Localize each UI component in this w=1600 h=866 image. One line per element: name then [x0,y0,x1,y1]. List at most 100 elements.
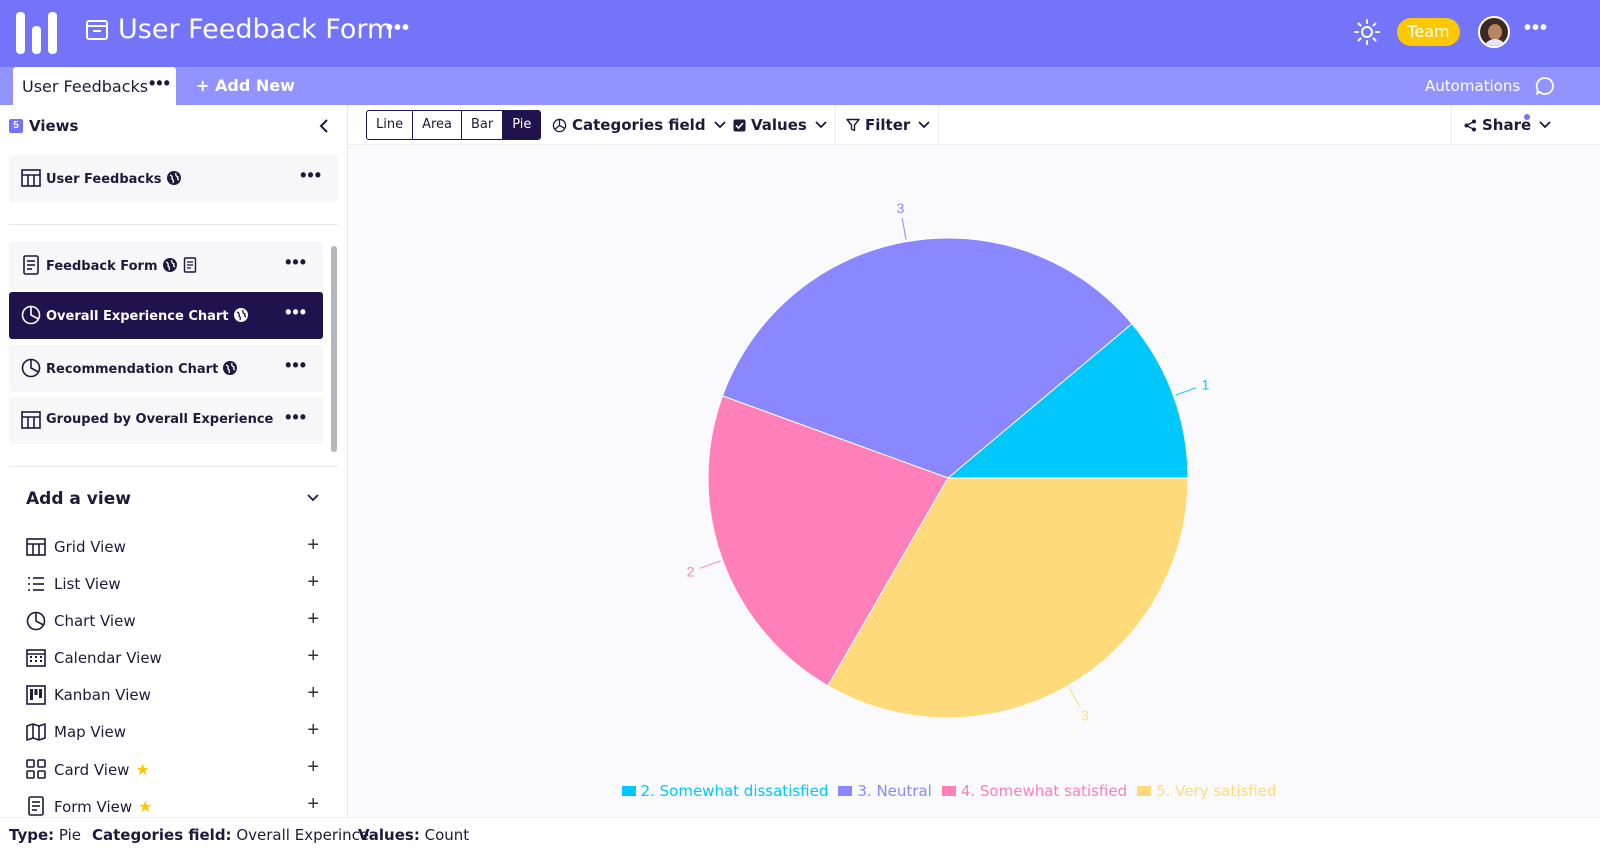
plus-icon[interactable]: + [307,645,319,668]
view-more-button[interactable]: ••• [285,407,307,428]
view-label: Grouped by Overall Experience [46,412,274,427]
legend-label: 5. Very satisfied [1156,782,1277,800]
chevron-down-icon [713,121,726,129]
view-more-button[interactable]: ••• [285,252,307,273]
chevron-down-icon [918,121,930,129]
categories-field-button[interactable]: Categories field [552,116,731,134]
divider [9,224,338,225]
collapse-sidebar-icon[interactable] [318,118,330,134]
share-icon [1464,119,1476,131]
view-more-button[interactable]: ••• [285,355,307,376]
legend-label: 3. Neutral [857,782,932,800]
team-badge[interactable]: Team [1397,18,1460,46]
chart-type-area[interactable]: Area [413,111,463,139]
view-item-feedback-form[interactable]: Feedback Form ••• [9,242,323,289]
app-logo-icon[interactable] [16,12,60,54]
chart-icon [26,611,46,631]
add-map-view[interactable]: Map View + [26,717,331,747]
add-new-button[interactable]: + Add New [196,76,295,95]
automations-button[interactable]: Automations [1425,77,1520,95]
star-icon: ★ [135,760,150,779]
plus-icon[interactable]: + [307,534,319,557]
plus-icon[interactable]: + [307,719,319,742]
add-card-view[interactable]: Card View ★ + [26,754,331,784]
grid-icon [26,538,46,556]
globe-icon [233,308,248,322]
tab-more-button[interactable]: ••• [149,73,171,94]
slice-data-label: 3 [897,200,905,216]
divider [1451,105,1452,145]
chevron-down-icon [1539,121,1551,129]
chart-icon [21,358,41,378]
add-grid-view[interactable]: Grid View + [26,532,331,562]
chart-icon [21,305,41,325]
add-view-label: Calendar View [54,649,162,667]
add-view-label: Form View [54,798,133,816]
globe-icon [223,361,238,375]
plus-icon[interactable]: + [307,793,319,816]
legend-item[interactable]: 5. Very satisfied [1137,782,1276,800]
avatar[interactable] [1478,16,1510,48]
add-view-title[interactable]: Add a view [26,489,131,509]
form-icon [23,255,39,275]
add-view-label: List View [54,575,121,593]
tab-user-feedbacks[interactable]: User Feedbacks ••• [13,67,176,105]
filter-label: Filter [865,116,911,134]
chart-legend: 2. Somewhat dissatisfied 3. Neutral 4. Som… [349,782,1549,800]
form-icon [28,796,44,816]
plus-icon[interactable]: + [307,571,319,594]
view-item-overall-experience-chart[interactable]: Overall Experience Chart ••• [9,292,323,339]
views-count-badge: 5 [9,119,23,133]
divider [938,105,939,145]
chart-toolbar: Line Area Bar Pie Categories field Value… [349,105,1600,145]
view-item-recommendation-chart[interactable]: Recommendation Chart ••• [9,345,323,392]
status-bar: Type: Pie Categories field: Overall Expe… [0,817,1600,866]
list-icon [28,577,44,591]
add-list-view[interactable]: List View + [26,569,331,599]
legend-item[interactable]: 3. Neutral [838,782,932,800]
view-more-button[interactable]: ••• [300,165,322,186]
view-item-user-feedbacks[interactable]: User Feedbacks ••• [9,155,338,202]
share-button[interactable]: Share [1464,116,1556,134]
chevron-down-icon [815,121,827,129]
add-chart-view[interactable]: Chart View + [26,606,331,636]
label-leader-line [1175,387,1197,396]
views-header: 5 Views [9,117,78,135]
view-item-grouped-by-overall-experience[interactable]: Grouped by Overall Experience ••• [9,397,323,444]
chart-type-selector: Line Area Bar Pie [366,110,542,140]
divider [835,105,836,145]
chart-type-line[interactable]: Line [367,111,414,139]
add-calendar-view[interactable]: Calendar View + [26,643,331,673]
add-form-view[interactable]: Form View ★ + [26,791,331,817]
view-label: User Feedbacks [46,172,162,187]
label-leader-line [1068,687,1081,707]
pie-chart[interactable]: 1 3 2 3 [349,146,1600,776]
legend-item[interactable]: 4. Somewhat satisfied [941,782,1127,800]
add-kanban-view[interactable]: Kanban View + [26,680,331,710]
plus-icon[interactable]: + [307,682,319,705]
chart-type-pie[interactable]: Pie [503,111,541,139]
view-label: Feedback Form [46,259,158,274]
chevron-down-icon[interactable] [306,493,320,503]
app-header: User Feedback Form ••• Team ••• [0,0,1600,67]
legend-item[interactable]: 2. Somewhat dissatisfied [621,782,828,800]
globe-icon [162,258,177,272]
chat-icon[interactable] [1535,76,1555,96]
filter-button[interactable]: Filter [846,116,935,134]
title-more-button[interactable]: ••• [386,17,410,40]
view-more-button[interactable]: ••• [285,302,307,323]
grid-icon [21,169,41,187]
sun-icon[interactable] [1354,19,1380,45]
label-leader-line [901,217,907,240]
header-more-button[interactable]: ••• [1524,17,1548,40]
tab-label: User Feedbacks [22,77,149,96]
sidebar-scrollbar[interactable] [331,246,337,452]
view-label: Overall Experience Chart [46,309,229,324]
slice-data-label: 2 [687,564,695,580]
grid-icon [21,411,41,429]
values-button[interactable]: Values [733,116,832,134]
plus-icon[interactable]: + [307,756,319,779]
plus-icon[interactable]: + [307,608,319,631]
calendar-icon [26,649,46,667]
chart-type-bar[interactable]: Bar [462,111,504,139]
